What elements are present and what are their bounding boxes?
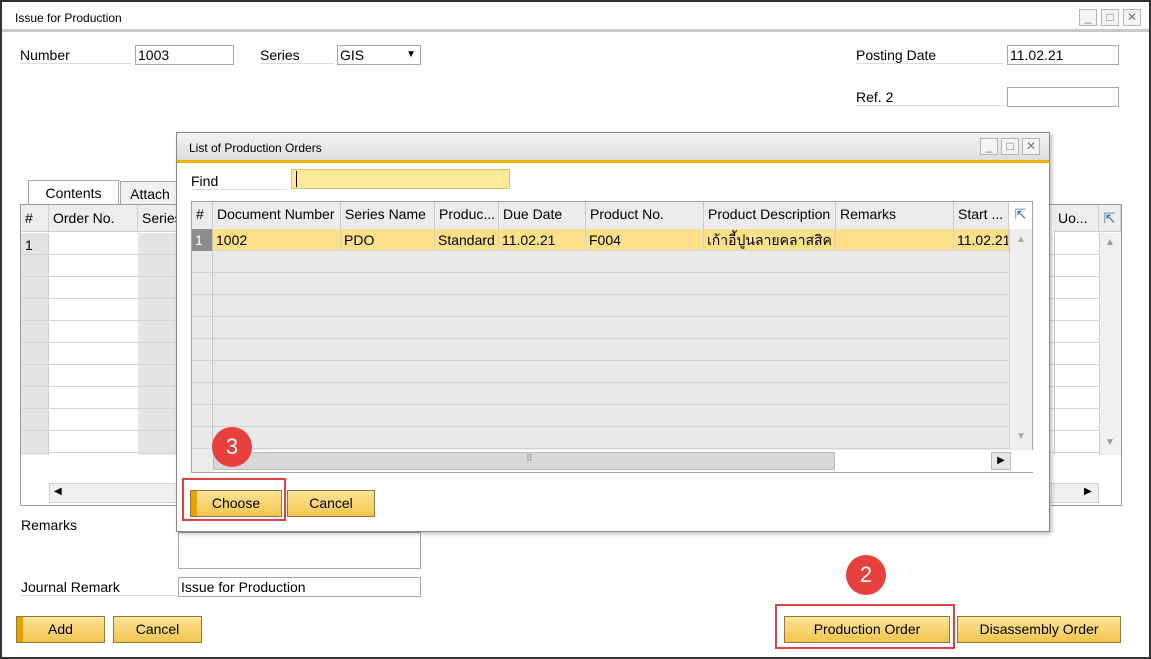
window-titlebar: Issue for Production _ □ ✕: [2, 2, 1149, 32]
dropdown-arrow-icon: ▼: [406, 49, 416, 60]
list-cell-remarks: [836, 229, 954, 251]
posting-date-label: Posting Date: [856, 47, 1004, 64]
list-row[interactable]: [192, 405, 1008, 427]
grid-vertical-scrollbar[interactable]: ▲ ▼: [1099, 233, 1121, 455]
production-orders-list: # Document Number Series Name Produc... …: [191, 201, 1033, 473]
ref2-label: Ref. 2: [856, 89, 1004, 106]
series-value: GIS: [340, 47, 365, 63]
tab-attachments[interactable]: Attach: [120, 181, 180, 205]
expand-columns-icon[interactable]: ⇱: [1099, 205, 1121, 232]
close-icon: ✕: [1025, 139, 1037, 153]
list-cell-series-name: PDO: [341, 229, 435, 251]
scroll-right-icon[interactable]: ▶: [991, 452, 1011, 470]
list-cell-product-type: Standard: [435, 229, 499, 251]
dialog-cancel-button-label: Cancel: [309, 495, 353, 511]
list-row[interactable]: [192, 361, 1008, 383]
grid-header-uom: Uo...: [1054, 205, 1099, 232]
find-input[interactable]: [291, 169, 510, 189]
maximize-button[interactable]: □: [1101, 9, 1119, 26]
minimize-icon: _: [985, 139, 993, 153]
dialog-maximize-button[interactable]: □: [1001, 138, 1019, 155]
add-button[interactable]: Add: [16, 616, 105, 643]
list-row[interactable]: [192, 295, 1008, 317]
cancel-button[interactable]: Cancel: [113, 616, 202, 643]
series-label: Series: [260, 47, 334, 64]
dialog-vertical-scrollbar[interactable]: ▲ ▼: [1009, 229, 1032, 449]
list-cell-due-date: 11.02.21: [499, 229, 586, 251]
scroll-down-icon[interactable]: ▼: [1016, 431, 1026, 442]
list-header-series-name[interactable]: Series Name: [341, 202, 435, 229]
scroll-up-icon[interactable]: ▲: [1016, 234, 1026, 245]
list-row[interactable]: 1 1002 PDO Standard 11.02.21 F004 เก้าอี…: [192, 229, 1009, 251]
add-button-label: Add: [48, 621, 73, 637]
grid-header-order-no: Order No.: [49, 205, 138, 232]
scroll-right-icon[interactable]: ▶: [1084, 486, 1092, 497]
list-cell-document-number: 1002: [213, 229, 341, 251]
journal-remark-label: Journal Remark: [21, 579, 176, 596]
list-header-remarks[interactable]: Remarks: [836, 202, 954, 229]
dialog-titlebar: List of Production Orders _ □ ✕: [177, 133, 1049, 163]
disassembly-order-label: Disassembly Order: [979, 621, 1099, 637]
tab-contents[interactable]: Contents: [28, 180, 119, 205]
disassembly-order-button[interactable]: Disassembly Order: [957, 616, 1121, 643]
list-row[interactable]: [192, 273, 1008, 295]
number-field[interactable]: 1003: [135, 45, 234, 65]
list-header-product-type[interactable]: Produc...: [435, 202, 499, 229]
list-header-document-number[interactable]: Document Number: [213, 202, 341, 229]
dialog-title: List of Production Orders: [189, 141, 322, 155]
list-row[interactable]: [192, 317, 1008, 339]
list-header-due-date[interactable]: Due Date: [499, 202, 586, 229]
scroll-up-icon[interactable]: ▲: [1105, 237, 1115, 248]
posting-date-field[interactable]: 11.02.21: [1007, 45, 1119, 65]
list-header-product-no[interactable]: Product No.: [586, 202, 704, 229]
maximize-icon: □: [1106, 10, 1114, 24]
step-3-badge: 3: [212, 427, 252, 467]
scroll-thumb[interactable]: ⠿: [213, 452, 835, 470]
list-cell-start-date: 11.02.21: [954, 229, 1009, 251]
production-order-highlight: [775, 604, 955, 649]
list-row-number: 1: [192, 229, 213, 251]
number-label: Number: [20, 47, 132, 64]
grid-header-number: #: [21, 205, 49, 232]
close-button[interactable]: ✕: [1123, 9, 1141, 26]
choose-highlight: [182, 478, 286, 521]
list-cell-product-description: เก้าอี้ปูนลายคลาสสิค: [704, 229, 836, 251]
minimize-icon: _: [1084, 10, 1092, 24]
step-2-badge: 2: [846, 555, 886, 595]
remarks-label: Remarks: [21, 517, 78, 533]
dialog-close-button[interactable]: ✕: [1022, 138, 1040, 155]
find-label: Find: [191, 173, 287, 190]
list-row[interactable]: [192, 339, 1008, 361]
dialog-expand-columns-icon[interactable]: ⇱: [1009, 202, 1032, 229]
scroll-down-icon[interactable]: ▼: [1105, 437, 1115, 448]
dialog-horizontal-scrollbar[interactable]: ⠿ ▶: [213, 450, 1033, 472]
close-icon: ✕: [1126, 10, 1138, 24]
list-header-start-date[interactable]: Start ...: [954, 202, 1009, 229]
list-row[interactable]: [192, 383, 1008, 405]
window-title: Issue for Production: [15, 11, 122, 25]
dialog-minimize-button[interactable]: _: [980, 138, 998, 155]
cancel-button-label: Cancel: [135, 621, 180, 637]
dialog-cancel-button[interactable]: Cancel: [287, 490, 375, 517]
list-of-production-orders-dialog: List of Production Orders _ □ ✕ Find # D…: [176, 132, 1050, 532]
list-cell-product-no: F004: [586, 229, 704, 251]
minimize-button[interactable]: _: [1079, 9, 1097, 26]
list-row[interactable]: [192, 427, 1008, 449]
maximize-icon: □: [1006, 139, 1014, 153]
list-header-product-description[interactable]: Product Description: [704, 202, 836, 229]
ref2-field[interactable]: [1007, 87, 1119, 107]
issue-for-production-window: Issue for Production _ □ ✕ Number 1003 S…: [0, 0, 1151, 659]
remarks-field[interactable]: [178, 532, 421, 569]
journal-remark-field[interactable]: Issue for Production: [178, 577, 421, 597]
list-row[interactable]: [192, 251, 1008, 273]
scroll-left-icon[interactable]: ◀: [54, 486, 62, 497]
list-header-number: #: [192, 202, 213, 229]
series-select[interactable]: GIS ▼: [337, 45, 421, 65]
